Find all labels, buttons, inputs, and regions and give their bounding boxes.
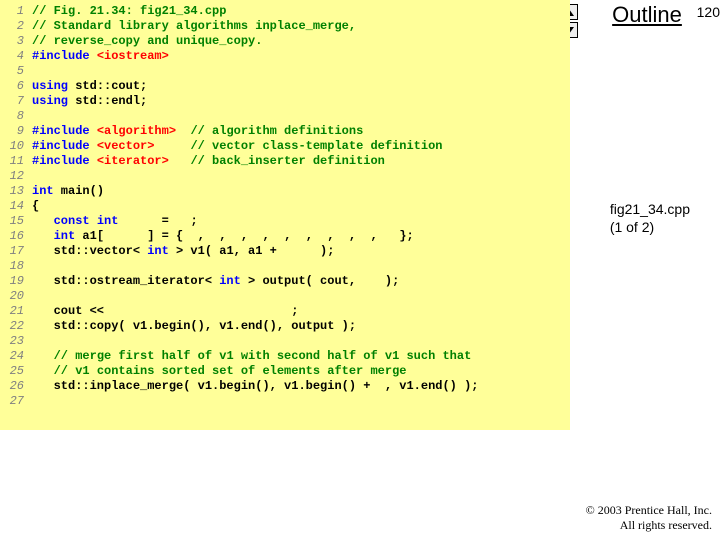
footer-line: All rights reserved. [586,518,712,534]
code-line: 18 [0,259,570,274]
code-line: 27 [0,394,570,409]
code-text: // Fig. 21.34: fig21_34.cpp [32,4,226,19]
code-line: 23 [0,334,570,349]
line-number: 6 [0,79,32,94]
line-number: 21 [0,304,32,319]
code-text: int main() [32,184,104,199]
line-number: 19 [0,274,32,289]
code-line: 22 std::copy( v1.begin(), v1.end(), outp… [0,319,570,334]
code-line: 25 // v1 contains sorted set of elements… [0,364,570,379]
code-text: #include <vector> // vector class-templa… [32,139,442,154]
line-number: 25 [0,364,32,379]
code-line: 12 [0,169,570,184]
line-number: 20 [0,289,32,304]
code-line: 24 // merge first half of v1 with second… [0,349,570,364]
code-text: std::ostream_iterator< int > output( cou… [32,274,399,289]
code-text: cout << ; [32,304,298,319]
line-number: 9 [0,124,32,139]
code-line: 17 std::vector< int > v1( a1, a1 + ); [0,244,570,259]
line-number: 23 [0,334,32,349]
code-line: 7using std::endl; [0,94,570,109]
line-number: 24 [0,349,32,364]
line-number: 4 [0,49,32,64]
code-text: const int = ; [32,214,198,229]
code-line: 16 int a1[ ] = { , , , , , , , , , }; [0,229,570,244]
line-number: 26 [0,379,32,394]
outline-title: Outline [582,2,712,28]
page-number: 120 [697,4,720,20]
line-number: 2 [0,19,32,34]
line-number: 13 [0,184,32,199]
line-number: 14 [0,199,32,214]
outline-box: Outline [582,2,712,28]
code-text: // v1 contains sorted set of elements af… [32,364,406,379]
line-number: 5 [0,64,32,79]
code-line: 11#include <iterator> // back_inserter d… [0,154,570,169]
line-number: 8 [0,109,32,124]
line-number: 27 [0,394,32,409]
code-text: using std::cout; [32,79,147,94]
figure-caption: fig21_34.cpp (1 of 2) [610,200,690,236]
code-text: #include <iostream> [32,49,169,64]
code-line: 2// Standard library algorithms inplace_… [0,19,570,34]
code-text: // merge first half of v1 with second ha… [32,349,471,364]
line-number: 16 [0,229,32,244]
code-line: 21 cout << ; [0,304,570,319]
code-line: 15 const int = ; [0,214,570,229]
caption-line: (1 of 2) [610,218,690,236]
line-number: 7 [0,94,32,109]
copyright-footer: © 2003 Prentice Hall, Inc. All rights re… [586,503,712,534]
code-line: 4#include <iostream> [0,49,570,64]
code-panel: 1// Fig. 21.34: fig21_34.cpp2// Standard… [0,0,570,430]
line-number: 18 [0,259,32,274]
footer-line: © 2003 Prentice Hall, Inc. [586,503,712,519]
line-number: 3 [0,34,32,49]
line-number: 17 [0,244,32,259]
line-number: 10 [0,139,32,154]
code-line: 9#include <algorithm> // algorithm defin… [0,124,570,139]
code-text: int a1[ ] = { , , , , , , , , , }; [32,229,414,244]
code-line: 14{ [0,199,570,214]
line-number: 15 [0,214,32,229]
code-text: { [32,199,39,214]
code-text: #include <algorithm> // algorithm defini… [32,124,363,139]
code-line: 19 std::ostream_iterator< int > output( … [0,274,570,289]
code-line: 26 std::inplace_merge( v1.begin(), v1.be… [0,379,570,394]
line-number: 22 [0,319,32,334]
code-line: 5 [0,64,570,79]
code-text: using std::endl; [32,94,147,109]
code-line: 20 [0,289,570,304]
line-number: 12 [0,169,32,184]
code-line: 1// Fig. 21.34: fig21_34.cpp [0,4,570,19]
code-text: // reverse_copy and unique_copy. [32,34,262,49]
code-line: 6using std::cout; [0,79,570,94]
code-text: #include <iterator> // back_inserter def… [32,154,385,169]
code-text: std::vector< int > v1( a1, a1 + ); [32,244,334,259]
line-number: 11 [0,154,32,169]
caption-line: fig21_34.cpp [610,200,690,218]
code-line: 10#include <vector> // vector class-temp… [0,139,570,154]
code-text: std::inplace_merge( v1.begin(), v1.begin… [32,379,478,394]
code-text: std::copy( v1.begin(), v1.end(), output … [32,319,356,334]
code-text: // Standard library algorithms inplace_m… [32,19,356,34]
code-line: 3// reverse_copy and unique_copy. [0,34,570,49]
code-line: 13int main() [0,184,570,199]
line-number: 1 [0,4,32,19]
code-line: 8 [0,109,570,124]
